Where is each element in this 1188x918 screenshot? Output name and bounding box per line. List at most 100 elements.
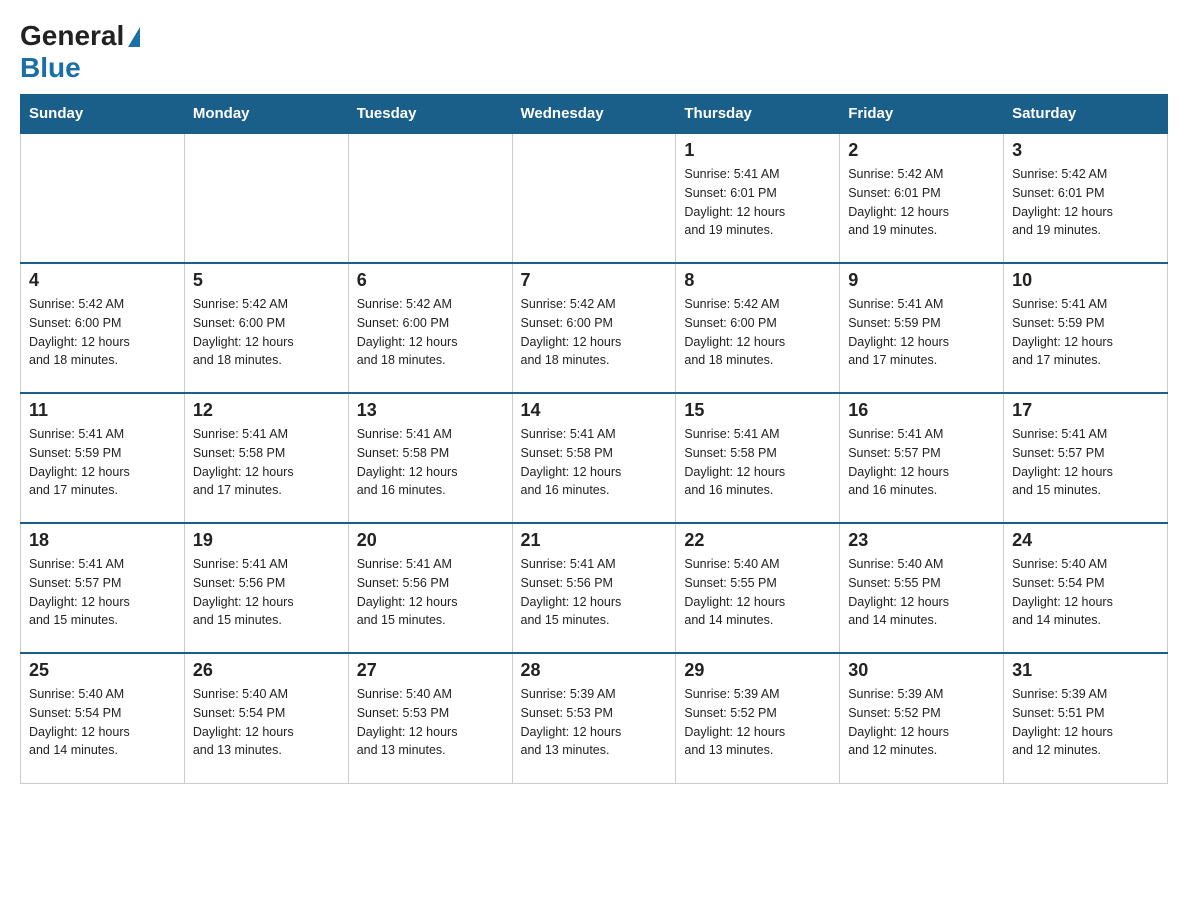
day-info: Sunrise: 5:42 AM Sunset: 6:00 PM Dayligh… — [357, 295, 504, 370]
day-number: 28 — [521, 660, 668, 681]
day-number: 4 — [29, 270, 176, 291]
calendar-cell: 10 Sunrise: 5:41 AM Sunset: 5:59 PM Dayli… — [1004, 263, 1168, 393]
day-info: Sunrise: 5:41 AM Sunset: 5:56 PM Dayligh… — [193, 555, 340, 630]
day-number: 14 — [521, 400, 668, 421]
day-number: 15 — [684, 400, 831, 421]
day-number: 26 — [193, 660, 340, 681]
logo-blue: Blue — [20, 52, 81, 84]
logo-text: General — [20, 20, 140, 52]
week-row-5: 25 Sunrise: 5:40 AM Sunset: 5:54 PM Dayli… — [21, 653, 1168, 783]
calendar-cell: 13Sunrise: 5:41 AM Sunset: 5:58 PM Dayli… — [348, 393, 512, 523]
day-number: 5 — [193, 270, 340, 291]
week-row-4: 18 Sunrise: 5:41 AM Sunset: 5:57 PM Dayli… — [21, 523, 1168, 653]
logo-general: General — [20, 20, 124, 52]
day-info: Sunrise: 5:39 AM Sunset: 5:52 PM Dayligh… — [684, 685, 831, 760]
day-number: 19 — [193, 530, 340, 551]
calendar-cell: 16Sunrise: 5:41 AM Sunset: 5:57 PM Dayli… — [840, 393, 1004, 523]
day-info: Sunrise: 5:41 AM Sunset: 5:57 PM Dayligh… — [1012, 425, 1159, 500]
day-header-thursday: Thursday — [676, 95, 840, 134]
day-header-wednesday: Wednesday — [512, 95, 676, 134]
calendar-cell: 29 Sunrise: 5:39 AM Sunset: 5:52 PM Dayli… — [676, 653, 840, 783]
day-info: Sunrise: 5:41 AM Sunset: 5:58 PM Dayligh… — [357, 425, 504, 500]
calendar-cell: 6 Sunrise: 5:42 AM Sunset: 6:00 PM Daylig… — [348, 263, 512, 393]
day-info: Sunrise: 5:40 AM Sunset: 5:54 PM Dayligh… — [29, 685, 176, 760]
week-row-3: 11 Sunrise: 5:41 AM Sunset: 5:59 PM Dayli… — [21, 393, 1168, 523]
calendar-cell: 7 Sunrise: 5:42 AM Sunset: 6:00 PM Daylig… — [512, 263, 676, 393]
day-header-saturday: Saturday — [1004, 95, 1168, 134]
day-number: 3 — [1012, 140, 1159, 161]
calendar-cell: 14 Sunrise: 5:41 AM Sunset: 5:58 PM Dayli… — [512, 393, 676, 523]
calendar-header: SundayMondayTuesdayWednesdayThursdayFrid… — [21, 95, 1168, 134]
day-number: 22 — [684, 530, 831, 551]
day-header-sunday: Sunday — [21, 95, 185, 134]
day-header-monday: Monday — [184, 95, 348, 134]
day-header-tuesday: Tuesday — [348, 95, 512, 134]
day-number: 8 — [684, 270, 831, 291]
day-info: Sunrise: 5:40 AM Sunset: 5:54 PM Dayligh… — [1012, 555, 1159, 630]
day-info: Sunrise: 5:41 AM Sunset: 5:58 PM Dayligh… — [684, 425, 831, 500]
day-info: Sunrise: 5:42 AM Sunset: 6:00 PM Dayligh… — [29, 295, 176, 370]
day-info: Sunrise: 5:42 AM Sunset: 6:01 PM Dayligh… — [848, 165, 995, 240]
calendar-cell: 28 Sunrise: 5:39 AM Sunset: 5:53 PM Dayli… — [512, 653, 676, 783]
calendar-cell: 22 Sunrise: 5:40 AM Sunset: 5:55 PM Dayli… — [676, 523, 840, 653]
day-info: Sunrise: 5:42 AM Sunset: 6:00 PM Dayligh… — [521, 295, 668, 370]
day-number: 12 — [193, 400, 340, 421]
day-info: Sunrise: 5:42 AM Sunset: 6:00 PM Dayligh… — [684, 295, 831, 370]
day-info: Sunrise: 5:41 AM Sunset: 5:59 PM Dayligh… — [848, 295, 995, 370]
calendar-cell: 4 Sunrise: 5:42 AM Sunset: 6:00 PM Daylig… — [21, 263, 185, 393]
day-info: Sunrise: 5:41 AM Sunset: 5:57 PM Dayligh… — [848, 425, 995, 500]
calendar-cell: 18 Sunrise: 5:41 AM Sunset: 5:57 PM Dayli… — [21, 523, 185, 653]
calendar-cell: 9 Sunrise: 5:41 AM Sunset: 5:59 PM Daylig… — [840, 263, 1004, 393]
logo-triangle-icon — [128, 27, 140, 47]
calendar-cell: 3Sunrise: 5:42 AM Sunset: 6:01 PM Daylig… — [1004, 133, 1168, 263]
day-number: 9 — [848, 270, 995, 291]
calendar-body: 1Sunrise: 5:41 AM Sunset: 6:01 PM Daylig… — [21, 133, 1168, 783]
day-number: 29 — [684, 660, 831, 681]
day-info: Sunrise: 5:40 AM Sunset: 5:55 PM Dayligh… — [684, 555, 831, 630]
logo: General Blue — [20, 20, 140, 84]
day-number: 27 — [357, 660, 504, 681]
day-number: 7 — [521, 270, 668, 291]
day-number: 20 — [357, 530, 504, 551]
calendar-cell: 21Sunrise: 5:41 AM Sunset: 5:56 PM Dayli… — [512, 523, 676, 653]
day-number: 21 — [521, 530, 668, 551]
calendar-cell: 30Sunrise: 5:39 AM Sunset: 5:52 PM Dayli… — [840, 653, 1004, 783]
calendar-cell: 12 Sunrise: 5:41 AM Sunset: 5:58 PM Dayli… — [184, 393, 348, 523]
calendar-cell: 5Sunrise: 5:42 AM Sunset: 6:00 PM Daylig… — [184, 263, 348, 393]
week-row-1: 1Sunrise: 5:41 AM Sunset: 6:01 PM Daylig… — [21, 133, 1168, 263]
day-info: Sunrise: 5:41 AM Sunset: 5:58 PM Dayligh… — [521, 425, 668, 500]
day-header-friday: Friday — [840, 95, 1004, 134]
calendar-cell: 24Sunrise: 5:40 AM Sunset: 5:54 PM Dayli… — [1004, 523, 1168, 653]
day-number: 18 — [29, 530, 176, 551]
day-info: Sunrise: 5:40 AM Sunset: 5:53 PM Dayligh… — [357, 685, 504, 760]
calendar-cell: 31 Sunrise: 5:39 AM Sunset: 5:51 PM Dayli… — [1004, 653, 1168, 783]
day-number: 25 — [29, 660, 176, 681]
calendar-table: SundayMondayTuesdayWednesdayThursdayFrid… — [20, 94, 1168, 784]
calendar-cell: 11 Sunrise: 5:41 AM Sunset: 5:59 PM Dayli… — [21, 393, 185, 523]
day-info: Sunrise: 5:41 AM Sunset: 6:01 PM Dayligh… — [684, 165, 831, 240]
day-info: Sunrise: 5:41 AM Sunset: 5:59 PM Dayligh… — [1012, 295, 1159, 370]
day-number: 30 — [848, 660, 995, 681]
day-info: Sunrise: 5:39 AM Sunset: 5:51 PM Dayligh… — [1012, 685, 1159, 760]
calendar-cell — [348, 133, 512, 263]
calendar-cell — [512, 133, 676, 263]
day-number: 2 — [848, 140, 995, 161]
day-number: 6 — [357, 270, 504, 291]
day-number: 31 — [1012, 660, 1159, 681]
day-info: Sunrise: 5:40 AM Sunset: 5:55 PM Dayligh… — [848, 555, 995, 630]
day-number: 11 — [29, 400, 176, 421]
day-number: 10 — [1012, 270, 1159, 291]
day-info: Sunrise: 5:41 AM Sunset: 5:57 PM Dayligh… — [29, 555, 176, 630]
day-info: Sunrise: 5:41 AM Sunset: 5:58 PM Dayligh… — [193, 425, 340, 500]
calendar-cell: 19 Sunrise: 5:41 AM Sunset: 5:56 PM Dayli… — [184, 523, 348, 653]
page-header: General Blue — [20, 20, 1168, 84]
calendar-cell: 2 Sunrise: 5:42 AM Sunset: 6:01 PM Daylig… — [840, 133, 1004, 263]
calendar-cell: 27 Sunrise: 5:40 AM Sunset: 5:53 PM Dayli… — [348, 653, 512, 783]
day-info: Sunrise: 5:40 AM Sunset: 5:54 PM Dayligh… — [193, 685, 340, 760]
calendar-cell: 17Sunrise: 5:41 AM Sunset: 5:57 PM Dayli… — [1004, 393, 1168, 523]
day-info: Sunrise: 5:41 AM Sunset: 5:59 PM Dayligh… — [29, 425, 176, 500]
day-info: Sunrise: 5:39 AM Sunset: 5:53 PM Dayligh… — [521, 685, 668, 760]
week-row-2: 4 Sunrise: 5:42 AM Sunset: 6:00 PM Daylig… — [21, 263, 1168, 393]
calendar-cell: 1Sunrise: 5:41 AM Sunset: 6:01 PM Daylig… — [676, 133, 840, 263]
calendar-cell: 25 Sunrise: 5:40 AM Sunset: 5:54 PM Dayli… — [21, 653, 185, 783]
